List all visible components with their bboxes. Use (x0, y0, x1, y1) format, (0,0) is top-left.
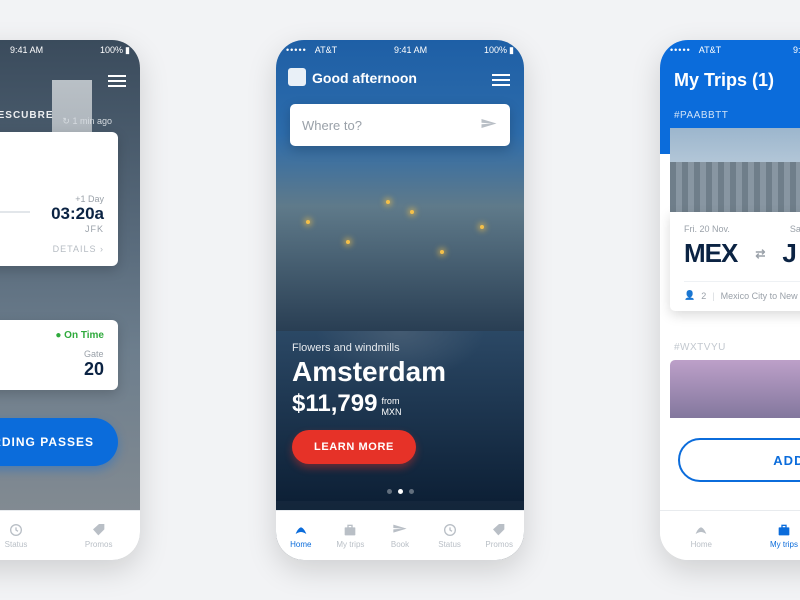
status-on-time: ● On Time (55, 330, 104, 341)
promo-destination: Amsterdam (292, 356, 446, 388)
eagle-icon (292, 522, 310, 538)
search-input[interactable]: Where to? (290, 104, 510, 146)
tab-mytrips[interactable]: My trips (743, 511, 800, 560)
tag-icon (490, 522, 508, 538)
airplane-icon (391, 522, 409, 538)
trip-meta: 👤 2 | Mexico City to New Y (684, 281, 800, 301)
arrival-time: +1 Day 03:20a JFK (30, 194, 104, 234)
phone-home: •••••AT&T 9:41 AM 100%▮ Good afternoon W… (276, 40, 524, 560)
person-icon: 👤 (684, 290, 695, 301)
flight-card[interactable]: ↻ 1 min ago City to ork 1 MIA +1 D (0, 132, 118, 266)
phone-prev-flights: •••••AT&T 9:41 AM 100%▮ rnoon, our next … (0, 40, 140, 560)
greeting-text: Good afternoon (312, 70, 417, 86)
last-updated: ↻ 1 min ago (62, 116, 112, 127)
dest-code: J (782, 238, 795, 269)
suitcase-icon (775, 522, 793, 538)
status-bar: •••••AT&T 9:41 AM (660, 40, 800, 60)
status-time: 9:41 AM (793, 45, 800, 55)
tab-promos[interactable]: Promos (474, 511, 524, 560)
tab-bar: Home My trips Book Status Promos (276, 510, 524, 560)
trip2-image[interactable] (670, 360, 800, 418)
brand-logo-icon[interactable] (288, 68, 306, 86)
trip-pnr: #PAABBTT (674, 110, 728, 121)
tab-bar: Book Status Promos (0, 510, 140, 560)
depart-date: Fri. 20 Nov. (684, 224, 730, 234)
search-placeholder: Where to? (302, 118, 362, 133)
promo-price: $11,799 fromMXN (292, 390, 401, 418)
swap-icon: ⇄ (755, 247, 764, 261)
page-title: My Trips (1) (674, 70, 774, 91)
trip-card[interactable]: Fri. 20 Nov. Sat. MEX ⇄ J 👤 2 | Mexico C… (670, 212, 800, 311)
trip-image[interactable] (670, 128, 800, 212)
details-link[interactable]: DETAILS › (0, 244, 104, 254)
add-trip-button[interactable]: ADD TRIP (678, 438, 800, 482)
return-date: Sat. (790, 224, 800, 234)
boarding-passes-button[interactable]: OARDING PASSES (0, 418, 118, 466)
phone-mytrips: •••••AT&T 9:41 AM My Trips (1) #PAABBTT … (660, 40, 800, 560)
origin-code: MEX (684, 238, 737, 269)
hamburger-menu-icon[interactable] (108, 72, 126, 90)
hamburger-menu-icon[interactable] (492, 71, 510, 89)
learn-more-button[interactable]: LEARN MORE (292, 430, 416, 464)
eagle-icon (692, 522, 710, 538)
segment-card[interactable]: • MIA ● On Time TerminalA Gate20 (0, 320, 118, 390)
carousel-indicator[interactable] (276, 489, 524, 494)
tab-status[interactable]: Status (0, 511, 57, 560)
status-time: 9:41 AM (10, 45, 43, 55)
clock-icon (441, 522, 459, 538)
tab-status[interactable]: Status (425, 511, 475, 560)
tab-home[interactable]: Home (276, 511, 326, 560)
tab-mytrips[interactable]: My trips (326, 511, 376, 560)
airplane-icon (480, 116, 498, 134)
status-bar: •••••AT&T 9:41 AM 100%▮ (276, 40, 524, 60)
flight-progress-line (0, 211, 30, 213)
tab-promos[interactable]: Promos (57, 511, 140, 560)
promo-tagline: Flowers and windmills (292, 342, 400, 354)
suitcase-icon (341, 522, 359, 538)
city-to-label: City to (0, 146, 104, 157)
status-bar: •••••AT&T 9:41 AM 100%▮ (0, 40, 140, 60)
route-badge[interactable]: JFK → MEX | DESCUBRE (0, 110, 54, 121)
status-time: 9:41 AM (394, 45, 427, 55)
destination-city: ork (0, 159, 104, 193)
tag-icon (90, 522, 108, 538)
tab-bar: Home My trips Book (660, 510, 800, 560)
clock-icon (7, 522, 25, 538)
tab-book[interactable]: Book (375, 511, 425, 560)
tab-home[interactable]: Home (660, 511, 743, 560)
trip2-pnr: #WXTVYU (674, 342, 726, 353)
